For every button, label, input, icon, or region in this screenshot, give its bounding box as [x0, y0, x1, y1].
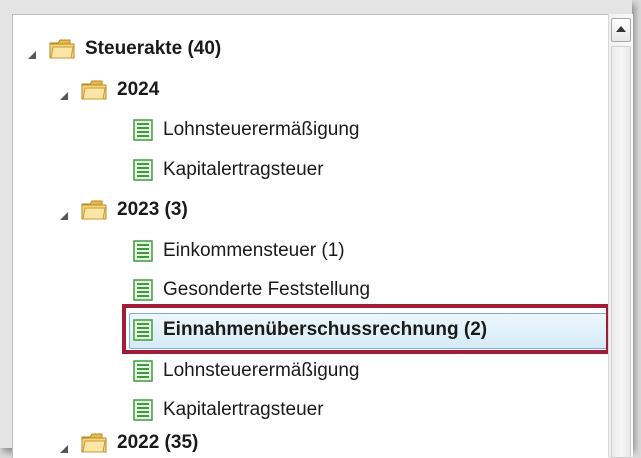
tree-node-label: 2024 — [117, 79, 160, 100]
tree-leaf-kapitalertragsteuer-2024[interactable]: Kapitalertragsteuer — [133, 156, 324, 184]
document-icon — [133, 360, 153, 382]
tree-node-label: Einkommensteuer (1) — [163, 240, 345, 261]
document-icon — [133, 399, 153, 421]
folder-icon — [81, 199, 107, 221]
tree-node-label: 2023 (3) — [117, 199, 188, 220]
expand-triangle-icon[interactable] — [59, 205, 69, 220]
tree-node-steuerakte[interactable]: Steuerakte (40) — [27, 35, 221, 63]
folder-icon — [49, 38, 75, 60]
tree-node-label: Kapitalertragsteuer — [163, 159, 324, 180]
document-icon — [133, 279, 153, 301]
vertical-scrollbar[interactable] — [608, 14, 633, 458]
tree-node-2022[interactable]: 2022 (35) — [59, 429, 198, 457]
folder-icon — [81, 79, 107, 101]
tree-node-2024[interactable]: 2024 — [59, 76, 159, 104]
tree-leaf-einkommensteuer[interactable]: Einkommensteuer (1) — [133, 237, 345, 265]
tree-leaf-gesonderte-feststellung[interactable]: Gesonderte Feststellung — [133, 276, 370, 304]
tree-node-label: Lohnsteuerermäßigung — [163, 360, 360, 381]
document-icon — [133, 240, 153, 262]
tree-leaf-kapitalertragsteuer-2023[interactable]: Kapitalertragsteuer — [133, 396, 324, 424]
expand-triangle-icon[interactable] — [59, 85, 69, 100]
tax-file-tree: Steuerakte (40) 2024 Lohnsteuerermäßigun… — [12, 14, 609, 458]
tree-node-label: Steuerakte (40) — [85, 38, 222, 59]
scrollbar-track[interactable] — [611, 46, 631, 458]
tree-leaf-lohnsteuerermaessigung-2023[interactable]: Lohnsteuerermäßigung — [133, 357, 359, 385]
tree-node-2023[interactable]: 2023 (3) — [59, 196, 188, 224]
highlight-frame — [122, 304, 609, 354]
expand-triangle-icon[interactable] — [59, 438, 69, 453]
folder-icon — [81, 432, 107, 454]
tree-node-label: 2022 (35) — [117, 432, 199, 453]
arrow-up-icon — [616, 26, 626, 32]
tree-node-label: Gesonderte Feststellung — [163, 279, 371, 300]
document-icon — [133, 119, 153, 141]
expand-triangle-icon[interactable] — [27, 44, 37, 59]
tree-node-label: Kapitalertragsteuer — [163, 399, 324, 420]
scroll-up-button[interactable] — [611, 18, 631, 42]
tree-leaf-lohnsteuerermaessigung-2024[interactable]: Lohnsteuerermäßigung — [133, 116, 359, 144]
tree-node-label: Lohnsteuerermäßigung — [163, 119, 360, 140]
document-icon — [133, 159, 153, 181]
